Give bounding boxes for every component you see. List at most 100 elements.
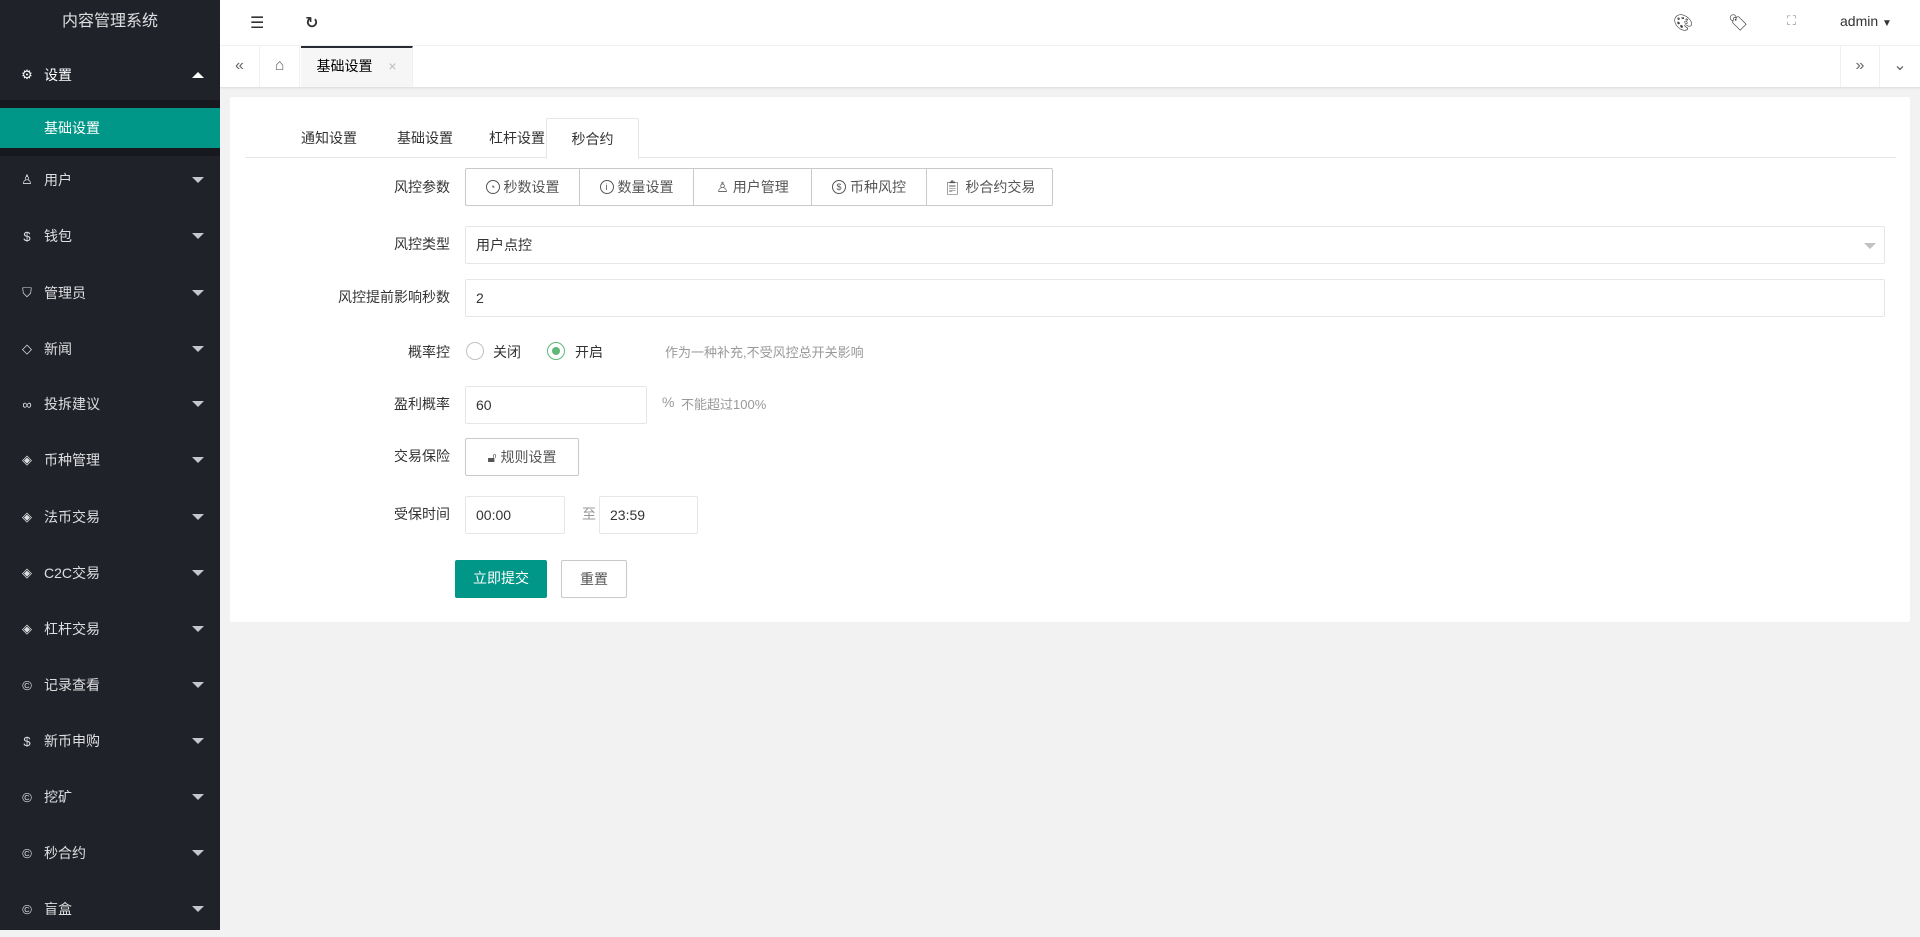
tag-icon[interactable]: 🏷︎ bbox=[1728, 13, 1748, 33]
button-label: 秒合约交易 bbox=[965, 179, 1036, 195]
caret-down-icon bbox=[1864, 243, 1876, 249]
sidebar-item-leverage[interactable]: ◈ 杠杆交易 bbox=[0, 601, 220, 657]
tab-label: 基础设置 bbox=[316, 58, 373, 74]
sidebar-item-label: 挖矿 bbox=[44, 789, 72, 805]
protect-time-to-input[interactable]: 23:59 bbox=[599, 496, 698, 534]
radio-on[interactable] bbox=[547, 342, 565, 360]
sidebar-item-users[interactable]: ♙ 用户 bbox=[0, 152, 220, 208]
quantity-settings-button[interactable]: i 数量设置 bbox=[580, 169, 694, 205]
clock-icon: ◔ bbox=[485, 180, 500, 194]
user-icon: ♙ bbox=[716, 179, 729, 195]
seconds-settings-button[interactable]: ◔ 秒数设置 bbox=[466, 169, 580, 205]
sidebar-item-label: 盲盒 bbox=[44, 901, 72, 917]
settings-tabs: 通知设置 基础设置 杠杆设置 秒合约 bbox=[245, 118, 1896, 159]
risk-params-button-group: ◔ 秒数设置 i 数量设置 ♙ 用户管理 $ 币种风控 📋︎ 秒合约交易 bbox=[465, 168, 1053, 206]
sidebar-item-feedback[interactable]: ∞ 投拆建议 bbox=[0, 376, 220, 432]
fullscreen-icon[interactable]: ⛶ bbox=[1787, 13, 1796, 29]
dollar-icon: $ bbox=[832, 180, 846, 194]
caret-down-icon bbox=[192, 233, 204, 239]
sidebar-item-ico[interactable]: $ 新币申购 bbox=[0, 713, 220, 769]
sidebar-item-label: 设置 bbox=[44, 67, 72, 83]
reset-button[interactable]: 重置 bbox=[561, 560, 627, 598]
button-label: 规则设置 bbox=[500, 449, 557, 465]
rule-settings-button[interactable]: 🔓︎ 规则设置 bbox=[465, 438, 579, 476]
sidebar-item-fiat[interactable]: ◈ 法币交易 bbox=[0, 489, 220, 545]
risk-type-select[interactable]: 用户点控 bbox=[465, 226, 1885, 264]
scroll-left-button[interactable]: « bbox=[220, 46, 260, 87]
caret-down-icon bbox=[192, 514, 204, 520]
sidebar-item-label: 秒合约 bbox=[44, 845, 86, 861]
caret-down-icon bbox=[192, 794, 204, 800]
sidebar-item-news[interactable]: ◇ 新闻 bbox=[0, 321, 220, 377]
advance-seconds-input[interactable]: 2 bbox=[465, 279, 1885, 317]
radio-off[interactable] bbox=[466, 342, 484, 360]
caret-down-icon bbox=[192, 738, 204, 744]
caret-down-icon bbox=[192, 177, 204, 183]
sidebar-item-label: C2C交易 bbox=[44, 565, 101, 581]
label-risk-params: 风控参数 bbox=[394, 179, 450, 195]
label-risk-type: 风控类型 bbox=[394, 236, 450, 252]
time-separator: 至 bbox=[582, 506, 596, 522]
caret-down-icon bbox=[192, 346, 204, 352]
sidebar-item-mining[interactable]: © 挖矿 bbox=[0, 769, 220, 825]
page-tab-bar: « ⌂ 基础设置 × » ⌄ bbox=[220, 46, 1920, 87]
page-tab-basic-settings[interactable]: 基础设置 × bbox=[301, 46, 413, 87]
link-icon: ∞ bbox=[22, 396, 32, 412]
caret-down-icon bbox=[192, 290, 204, 296]
sidebar-item-basic-settings[interactable]: 基础设置 bbox=[0, 108, 220, 148]
sidebar-item-label: 新币申购 bbox=[44, 733, 100, 749]
tab-notification[interactable]: 通知设置 bbox=[283, 118, 375, 158]
user-management-button[interactable]: ♙ 用户管理 bbox=[694, 169, 812, 205]
button-label: 币种风控 bbox=[850, 179, 906, 195]
settings-card: 通知设置 基础设置 杠杆设置 秒合约 风控参数 ◔ 秒数设置 i 数量设置 ♙ 用户管… bbox=[230, 97, 1910, 622]
sidebar-item-currency[interactable]: ◈ 币种管理 bbox=[0, 432, 220, 488]
sidebar-item-admin[interactable]: ⛉ 管理员 bbox=[0, 265, 220, 321]
scroll-right-button[interactable]: » bbox=[1840, 46, 1880, 87]
info-icon: i bbox=[599, 180, 614, 194]
home-tab[interactable]: ⌂ bbox=[260, 46, 300, 87]
button-label: 用户管理 bbox=[732, 179, 789, 195]
currency-risk-button[interactable]: $ 币种风控 bbox=[812, 169, 927, 205]
sidebar-item-settings[interactable]: ⚙ 设置 bbox=[0, 47, 220, 103]
chevron-down-icon: ⌄ bbox=[1893, 57, 1907, 74]
caret-down-icon bbox=[192, 682, 204, 688]
tab-second-contract[interactable]: 秒合约 bbox=[546, 118, 639, 159]
tab-basic[interactable]: 基础设置 bbox=[379, 118, 471, 158]
caret-down-icon bbox=[192, 570, 204, 576]
caret-down-icon bbox=[192, 906, 204, 912]
sidebar: 内容管理系统 ⚙ 设置 基础设置 ♙ 用户 $ 钱包 ⛉ 管理员 ◇ 新闻 ∞ 投拆建议 ◈… bbox=[0, 0, 220, 930]
label-prob-control: 概率控 bbox=[408, 344, 450, 360]
caret-up-icon bbox=[192, 72, 204, 78]
sidebar-item-label: 杠杆交易 bbox=[44, 621, 100, 637]
radio-off-label[interactable]: 关闭 bbox=[493, 342, 521, 362]
refresh-icon[interactable]: ↻ bbox=[305, 13, 318, 33]
menu-fold-icon[interactable]: ☰ bbox=[250, 13, 264, 33]
sidebar-item-second-contract[interactable]: © 秒合约 bbox=[0, 825, 220, 881]
home-icon: ⌂ bbox=[274, 57, 285, 74]
clipboard-icon: 📋︎ bbox=[943, 179, 962, 195]
sidebar-item-c2c[interactable]: ◈ C2C交易 bbox=[0, 545, 220, 601]
protect-time-from-input[interactable]: 00:00 bbox=[465, 496, 565, 534]
sidebar-item-records[interactable]: © 记录查看 bbox=[0, 657, 220, 713]
second-contract-trade-button[interactable]: 📋︎ 秒合约交易 bbox=[927, 169, 1052, 205]
profit-rate-input[interactable]: 60 bbox=[465, 386, 647, 424]
top-header: ☰ ↻ 🎨︎ 🏷︎ ⛶ admin ▼ bbox=[220, 0, 1920, 46]
submenu: 基础设置 bbox=[0, 100, 220, 156]
sidebar-item-label: 币种管理 bbox=[44, 452, 100, 468]
coin-icon: © bbox=[22, 677, 32, 693]
user-menu[interactable]: admin ▼ bbox=[1840, 13, 1892, 29]
tab-options-button[interactable]: ⌄ bbox=[1880, 46, 1920, 87]
close-icon[interactable]: × bbox=[388, 58, 396, 74]
shield-icon: ⛉ bbox=[22, 285, 32, 300]
prob-control-hint: 作为一种补充,不受风控总开关影响 bbox=[665, 345, 864, 360]
sidebar-item-label: 钱包 bbox=[44, 228, 72, 244]
user-icon: ♙ bbox=[21, 172, 33, 187]
caret-down-icon bbox=[192, 401, 204, 407]
diamond-icon: ◈ bbox=[22, 509, 32, 524]
sidebar-item-wallet[interactable]: $ 钱包 bbox=[0, 208, 220, 264]
submit-button[interactable]: 立即提交 bbox=[455, 560, 547, 598]
radio-on-label[interactable]: 开启 bbox=[575, 342, 603, 362]
theme-palette-icon[interactable]: 🎨︎ bbox=[1673, 13, 1693, 33]
sidebar-item-blind-box[interactable]: © 盲盒 bbox=[0, 881, 220, 937]
sidebar-item-label: 记录查看 bbox=[44, 677, 100, 693]
